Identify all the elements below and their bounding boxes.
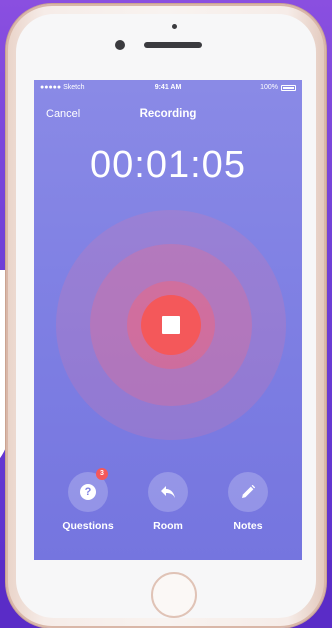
questions-badge: 3 (96, 468, 108, 480)
question-icon: ? (80, 484, 96, 500)
questions-button[interactable]: ? 3 (68, 468, 108, 512)
recording-timer: 00:01:05 (90, 144, 246, 186)
stop-recording-button[interactable] (141, 295, 201, 355)
room-label: Room (153, 520, 183, 532)
nav-bar: Cancel Recording (34, 108, 302, 124)
room-action[interactable]: Room (128, 472, 208, 532)
front-camera (115, 40, 125, 50)
notes-button[interactable] (228, 472, 268, 512)
reply-arrow-icon (161, 486, 175, 498)
pencil-icon (242, 485, 255, 498)
proximity-sensor (172, 24, 177, 29)
status-battery-percent: 100% (260, 84, 278, 91)
questions-action[interactable]: ? 3 Questions (48, 468, 128, 532)
questions-label: Questions (62, 520, 114, 532)
phone-screen: ●●●●● Sketch 9:41 AM 100% Cancel Recordi… (34, 80, 302, 560)
home-button[interactable] (151, 572, 197, 618)
notes-action[interactable]: Notes (208, 472, 288, 532)
status-bar: ●●●●● Sketch 9:41 AM 100% (34, 84, 302, 96)
notes-label: Notes (233, 520, 263, 532)
stop-icon (162, 316, 180, 334)
battery-icon (281, 85, 296, 91)
page-title: Recording (139, 108, 197, 120)
room-button[interactable] (148, 472, 188, 512)
earpiece-speaker (144, 42, 202, 48)
